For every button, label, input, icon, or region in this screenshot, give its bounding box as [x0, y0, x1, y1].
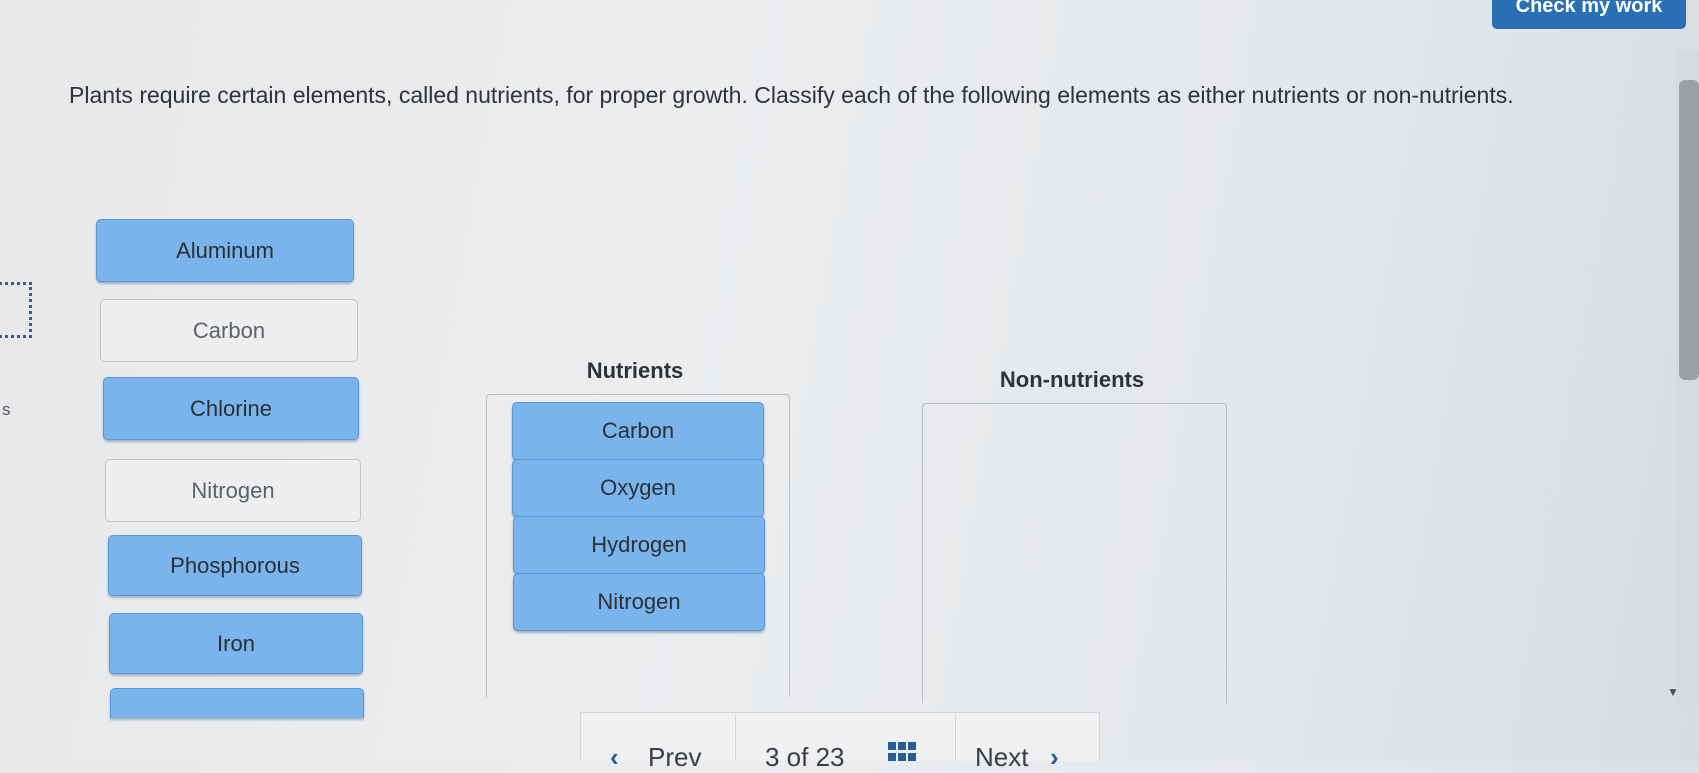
- source-tile-partial[interactable]: [110, 688, 364, 718]
- source-tile-chlorine[interactable]: Chlorine: [103, 377, 359, 440]
- nutrients-item-hydrogen[interactable]: Hydrogen: [513, 516, 765, 574]
- previous-question-dropzone[interactable]: [0, 282, 32, 338]
- page-scrollbar-thumb[interactable]: [1679, 80, 1699, 380]
- next-button[interactable]: Next: [975, 742, 1028, 773]
- non-nutrients-zone-label: Non-nutrients: [999, 367, 1145, 392]
- nutrients-item-nitrogen[interactable]: Nitrogen: [513, 573, 765, 631]
- question-text: Plants require certain elements, called …: [69, 82, 1514, 108]
- source-tile-aluminum[interactable]: Aluminum: [96, 219, 354, 282]
- chevron-left-icon[interactable]: ‹: [610, 742, 619, 773]
- grid-icon[interactable]: [888, 742, 916, 762]
- chevron-right-icon[interactable]: ›: [1050, 742, 1059, 773]
- nav-divider: [735, 716, 736, 761]
- source-tile-iron[interactable]: Iron: [109, 613, 363, 674]
- nav-divider: [955, 716, 956, 761]
- nutrients-zone-label: Nutrients: [586, 358, 684, 383]
- source-tile-nitrogen: Nitrogen: [105, 459, 361, 522]
- non-nutrients-dropzone[interactable]: [922, 403, 1227, 703]
- page-indicator: 3 of 23: [765, 742, 845, 772]
- cut-off-text: s: [2, 400, 11, 419]
- source-tile-phosphorous[interactable]: Phosphorous: [108, 535, 362, 596]
- prev-button[interactable]: Prev: [648, 742, 701, 773]
- source-tile-carbon: Carbon: [100, 299, 358, 362]
- nutrients-item-carbon[interactable]: Carbon: [512, 402, 764, 460]
- check-my-work-button[interactable]: Check my work: [1492, 0, 1686, 29]
- triangle-down-icon[interactable]: ▼: [1667, 685, 1679, 699]
- nutrients-item-oxygen[interactable]: Oxygen: [512, 459, 764, 517]
